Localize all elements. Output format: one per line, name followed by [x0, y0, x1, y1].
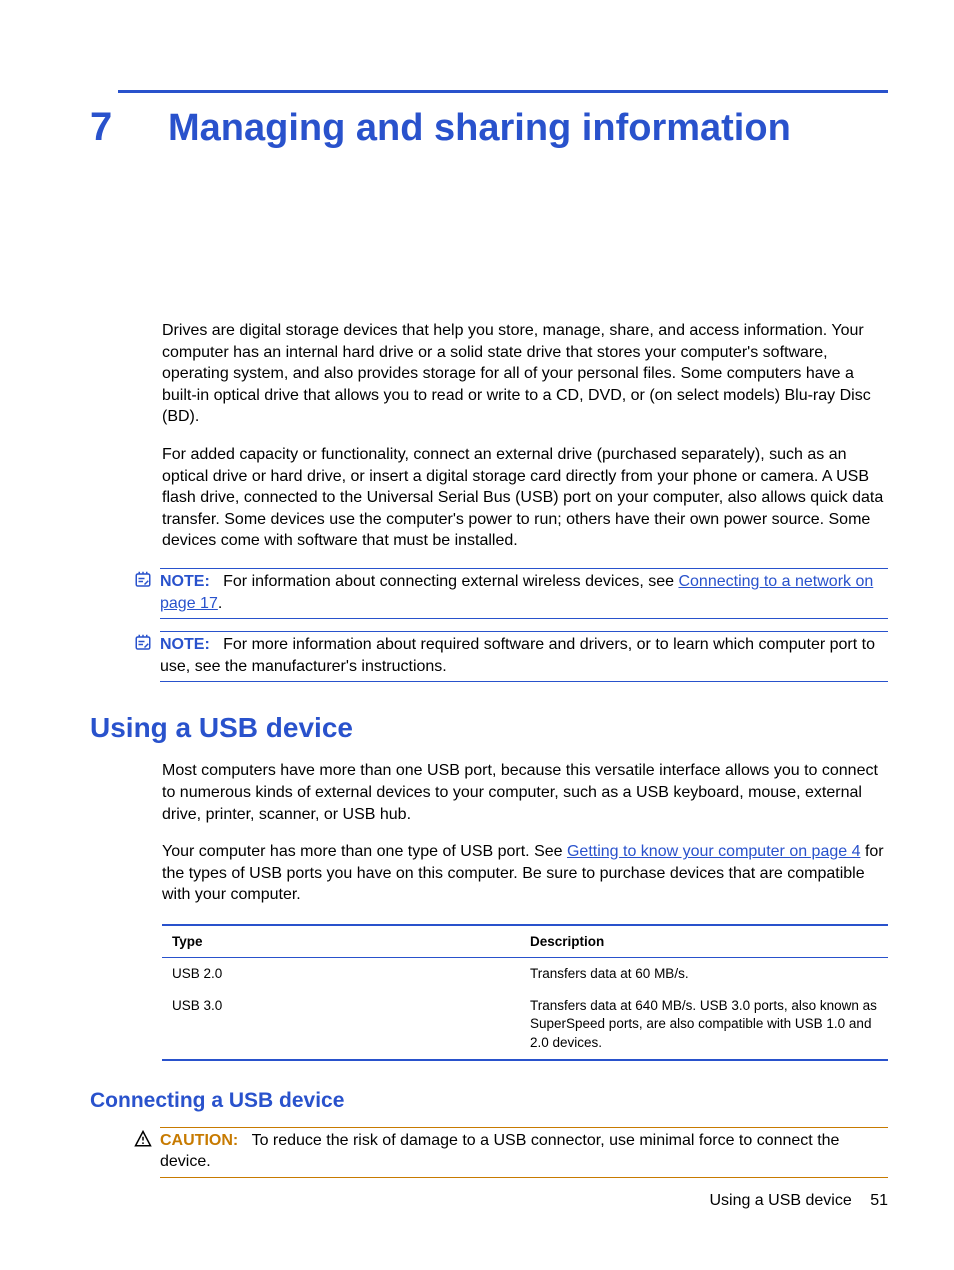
- table-cell-desc: Transfers data at 60 MB/s.: [520, 958, 888, 990]
- caution-text: To reduce the risk of damage to a USB co…: [160, 1132, 839, 1171]
- heading-connecting-usb: Connecting a USB device: [90, 1089, 888, 1113]
- note-label: NOTE:: [160, 636, 210, 653]
- usb-table: Type Description USB 2.0 Transfers data …: [162, 924, 888, 1061]
- table-head-type: Type: [162, 926, 520, 958]
- note-icon: [134, 634, 152, 652]
- table-cell-desc: Transfers data at 640 MB/s. USB 3.0 port…: [520, 990, 888, 1059]
- note-2: NOTE: For more information about require…: [134, 631, 888, 682]
- note-icon: [134, 571, 152, 589]
- table-cell-type: USB 2.0: [162, 958, 520, 990]
- table-head-desc: Description: [520, 926, 888, 958]
- chapter-number: 7: [90, 105, 140, 150]
- caution-label: CAUTION:: [160, 1132, 238, 1149]
- heading-using-usb: Using a USB device: [90, 712, 888, 744]
- table-row: USB 2.0 Transfers data at 60 MB/s.: [162, 958, 888, 990]
- note-2-text: For more information about required soft…: [160, 636, 875, 675]
- usb-paragraph-2: Your computer has more than one type of …: [162, 841, 888, 906]
- chapter-heading: 7 Managing and sharing information: [90, 105, 888, 150]
- note-1-pre: For information about connecting externa…: [223, 573, 678, 590]
- note-1-post: .: [218, 595, 222, 612]
- intro-paragraph-2: For added capacity or functionality, con…: [162, 444, 888, 552]
- footer-page-number: 51: [870, 1192, 888, 1209]
- usb-paragraph-1: Most computers have more than one USB po…: [162, 760, 888, 825]
- intro-paragraph-1: Drives are digital storage devices that …: [162, 320, 888, 428]
- page-footer: Using a USB device 51: [709, 1192, 888, 1210]
- caution: CAUTION: To reduce the risk of damage to…: [134, 1127, 888, 1178]
- footer-text: Using a USB device: [709, 1192, 851, 1209]
- warning-icon: [134, 1130, 152, 1148]
- note-label: NOTE:: [160, 573, 210, 590]
- table-row: USB 3.0 Transfers data at 640 MB/s. USB …: [162, 990, 888, 1059]
- table-cell-type: USB 3.0: [162, 990, 520, 1059]
- chapter-title: Managing and sharing information: [168, 107, 791, 150]
- link-getting-to-know[interactable]: Getting to know your computer on page 4: [567, 843, 861, 860]
- note-1: NOTE: For information about connecting e…: [134, 568, 888, 619]
